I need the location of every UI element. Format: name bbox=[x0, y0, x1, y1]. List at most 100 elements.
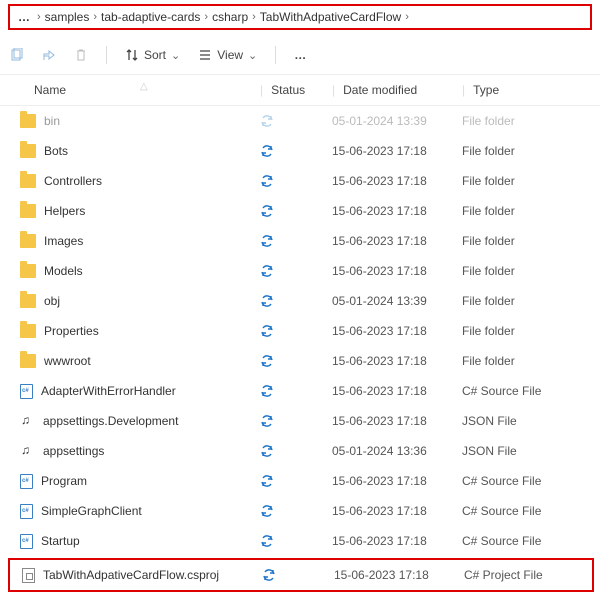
file-date: 15-06-2023 17:18 bbox=[332, 384, 462, 398]
file-date: 15-06-2023 17:18 bbox=[332, 414, 462, 428]
sync-icon bbox=[262, 568, 276, 582]
sync-icon bbox=[260, 114, 274, 128]
breadcrumb-item[interactable]: csharp bbox=[212, 10, 248, 24]
breadcrumb-item[interactable]: samples bbox=[45, 10, 90, 24]
table-row[interactable]: appsettings05-01-2024 13:36JSON File bbox=[0, 436, 600, 466]
file-name: Startup bbox=[41, 534, 80, 548]
file-name: Helpers bbox=[44, 204, 85, 218]
chevron-right-icon: › bbox=[405, 11, 409, 23]
chevron-right-icon: › bbox=[93, 11, 97, 23]
table-row[interactable]: Images15-06-2023 17:18File folder bbox=[0, 226, 600, 256]
breadcrumb-overflow-icon[interactable]: … bbox=[16, 10, 33, 24]
toolbar: Sort ⌄ View ⌄ … bbox=[0, 36, 600, 75]
file-name: obj bbox=[44, 294, 60, 308]
file-type: File folder bbox=[462, 144, 590, 158]
table-row[interactable]: obj05-01-2024 13:39File folder bbox=[0, 286, 600, 316]
file-name: Program bbox=[41, 474, 87, 488]
file-type: C# Source File bbox=[462, 504, 590, 518]
delete-icon[interactable] bbox=[74, 48, 88, 62]
file-date: 05-01-2024 13:39 bbox=[332, 294, 462, 308]
file-date: 15-06-2023 17:18 bbox=[332, 264, 462, 278]
sort-indicator-icon: △ bbox=[140, 81, 148, 92]
csharp-file-icon bbox=[20, 474, 33, 489]
sync-icon bbox=[260, 264, 274, 278]
share-icon[interactable] bbox=[42, 48, 56, 62]
file-name: bin bbox=[44, 114, 60, 128]
file-date: 15-06-2023 17:18 bbox=[332, 324, 462, 338]
file-type: File folder bbox=[462, 264, 590, 278]
table-row[interactable]: Helpers 15-06-2023 17:18File folder bbox=[0, 196, 600, 226]
csharp-file-icon bbox=[20, 534, 33, 549]
csharp-file-icon bbox=[20, 384, 33, 399]
more-options-button[interactable]: … bbox=[294, 48, 308, 62]
file-name: Images bbox=[44, 234, 83, 248]
breadcrumb-item[interactable]: tab-adaptive-cards bbox=[101, 10, 200, 24]
file-type: C# Project File bbox=[464, 568, 582, 582]
view-label: View bbox=[217, 48, 243, 62]
breadcrumb: … › samples › tab-adaptive-cards › cshar… bbox=[8, 4, 592, 30]
toolbar-divider bbox=[106, 46, 107, 64]
folder-icon bbox=[20, 324, 36, 338]
file-type: File folder bbox=[462, 204, 590, 218]
copy-icon[interactable] bbox=[10, 48, 24, 62]
sync-icon bbox=[260, 204, 274, 218]
file-date: 15-06-2023 17:18 bbox=[332, 534, 462, 548]
table-row[interactable]: Controllers15-06-2023 17:18File folder bbox=[0, 166, 600, 196]
table-row[interactable]: SimpleGraphClient 15-06-2023 17:18C# Sour… bbox=[0, 496, 600, 526]
file-name: TabWithAdpativeCardFlow.csproj bbox=[43, 568, 219, 582]
sort-button[interactable]: Sort ⌄ bbox=[125, 48, 180, 62]
sync-icon bbox=[260, 144, 274, 158]
sync-icon bbox=[260, 504, 274, 518]
sync-icon bbox=[260, 234, 274, 248]
folder-icon bbox=[20, 144, 36, 158]
table-row[interactable]: Models15-06-2023 17:18File folder bbox=[0, 256, 600, 286]
breadcrumb-item[interactable]: TabWithAdpativeCardFlow bbox=[260, 10, 401, 24]
file-date: 15-06-2023 17:18 bbox=[332, 204, 462, 218]
file-type: C# Source File bbox=[462, 474, 590, 488]
table-row[interactable]: Program 15-06-2023 17:18C# Source File bbox=[0, 466, 600, 496]
sync-icon bbox=[260, 474, 274, 488]
table-row[interactable]: bin05-01-2024 13:39File folder bbox=[0, 106, 600, 136]
chevron-right-icon: › bbox=[204, 11, 208, 23]
chevron-right-icon: › bbox=[252, 11, 256, 23]
table-row[interactable]: Startup15-06-2023 17:18C# Source File bbox=[0, 526, 600, 556]
chevron-down-icon: ⌄ bbox=[248, 49, 257, 62]
sync-icon bbox=[260, 354, 274, 368]
view-button[interactable]: View ⌄ bbox=[198, 48, 257, 62]
sync-icon bbox=[260, 534, 274, 548]
file-name: appsettings.Development bbox=[43, 414, 178, 428]
file-name: Controllers bbox=[44, 174, 102, 188]
file-type: C# Source File bbox=[462, 384, 590, 398]
header-type[interactable]: Type bbox=[473, 83, 499, 97]
column-headers: △ Name |Status |Date modified |Type bbox=[0, 75, 600, 106]
table-row[interactable]: appsettings.Development15-06-2023 17:18J… bbox=[0, 406, 600, 436]
file-name: AdapterWithErrorHandler bbox=[41, 384, 176, 398]
table-row[interactable]: TabWithAdpativeCardFlow.csproj 15-06-202… bbox=[10, 560, 592, 590]
folder-icon bbox=[20, 204, 36, 218]
folder-icon bbox=[20, 264, 36, 278]
sync-icon bbox=[260, 324, 274, 338]
table-row[interactable]: AdapterWithErrorHandler 15-06-2023 17:18C… bbox=[0, 376, 600, 406]
json-file-icon bbox=[20, 444, 35, 459]
file-date: 05-01-2024 13:36 bbox=[332, 444, 462, 458]
json-file-icon bbox=[20, 414, 35, 429]
folder-icon bbox=[20, 114, 36, 128]
sync-icon bbox=[260, 444, 274, 458]
file-name: Properties bbox=[44, 324, 99, 338]
folder-icon bbox=[20, 174, 36, 188]
file-list: bin05-01-2024 13:39File folderBots15-06-… bbox=[0, 106, 600, 556]
sync-icon bbox=[260, 384, 274, 398]
file-type: File folder bbox=[462, 114, 590, 128]
file-date: 15-06-2023 17:18 bbox=[332, 504, 462, 518]
toolbar-divider bbox=[275, 46, 276, 64]
table-row[interactable]: Bots15-06-2023 17:18File folder bbox=[0, 136, 600, 166]
file-date: 15-06-2023 17:18 bbox=[332, 474, 462, 488]
header-date[interactable]: Date modified bbox=[343, 83, 417, 97]
sort-label: Sort bbox=[144, 48, 166, 62]
table-row[interactable]: wwwroot15-06-2023 17:18File folder bbox=[0, 346, 600, 376]
csharp-file-icon bbox=[20, 504, 33, 519]
header-status[interactable]: Status bbox=[271, 83, 305, 97]
table-row[interactable]: Properties15-06-2023 17:18File folder bbox=[0, 316, 600, 346]
file-type: File folder bbox=[462, 354, 590, 368]
file-name: SimpleGraphClient bbox=[41, 504, 142, 518]
